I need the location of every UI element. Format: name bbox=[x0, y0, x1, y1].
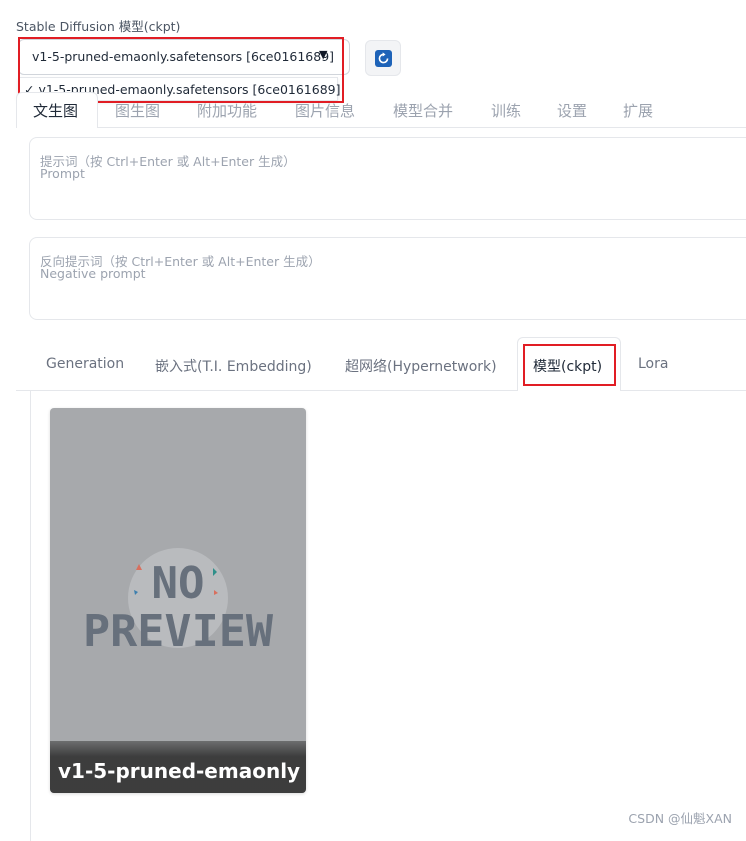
tab-extensions[interactable]: 扩展 bbox=[623, 100, 653, 121]
tab-txt2img[interactable]: 文生图 bbox=[33, 100, 78, 121]
tab-generation[interactable]: Generation bbox=[46, 356, 124, 372]
tab-checkpoints[interactable]: 模型(ckpt) bbox=[533, 356, 602, 376]
no-preview-text-line1: NO bbox=[152, 558, 205, 609]
prompt-placeholder-en: Prompt bbox=[40, 166, 85, 181]
model-selector-label: Stable Diffusion 模型(ckpt) bbox=[16, 19, 181, 34]
tab-checkpoint-merger[interactable]: 模型合并 bbox=[393, 100, 453, 121]
chevron-down-icon[interactable]: ▼ bbox=[319, 48, 327, 61]
model-select[interactable]: v1-5-pruned-emaonly.safetensors [6ce0161… bbox=[18, 39, 350, 75]
tab-embedding[interactable]: 嵌入式(T.I. Embedding) bbox=[155, 356, 312, 376]
prompt-input[interactable]: 提示词（按 Ctrl+Enter 或 Alt+Enter 生成） Prompt bbox=[29, 137, 746, 220]
no-preview-image: NO PREVIEW bbox=[83, 548, 274, 657]
tab-lora[interactable]: Lora bbox=[638, 356, 668, 372]
refresh-icon bbox=[375, 50, 392, 67]
tab-extras[interactable]: 附加功能 bbox=[197, 100, 257, 121]
tab-img2img[interactable]: 图生图 bbox=[115, 100, 160, 121]
tab-train[interactable]: 训练 bbox=[491, 100, 521, 121]
no-preview-text-line2: PREVIEW bbox=[83, 606, 274, 657]
watermark: CSDN @仙魁XAN bbox=[628, 811, 732, 826]
model-select-value: v1-5-pruned-emaonly.safetensors [6ce0161… bbox=[32, 49, 335, 64]
tab-png-info[interactable]: 图片信息 bbox=[295, 100, 355, 121]
refresh-models-button[interactable] bbox=[365, 40, 401, 76]
tab-hypernetwork[interactable]: 超网络(Hypernetwork) bbox=[345, 356, 497, 376]
negative-prompt-input[interactable]: 反向提示词（按 Ctrl+Enter 或 Alt+Enter 生成） Negat… bbox=[29, 237, 746, 320]
negative-prompt-placeholder-en: Negative prompt bbox=[40, 266, 146, 281]
tab-settings[interactable]: 设置 bbox=[557, 100, 587, 121]
model-card-name: v1-5-pruned-emaonly bbox=[58, 759, 301, 783]
tab-divider bbox=[98, 127, 746, 128]
model-card[interactable]: NO PREVIEW v1-5-pruned-emaonly bbox=[50, 408, 306, 793]
